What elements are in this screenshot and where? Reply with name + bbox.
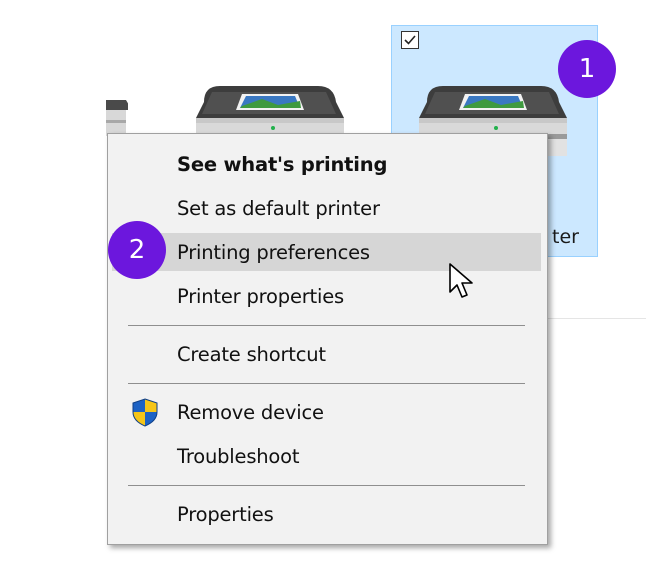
menu-item-label: Remove device — [177, 400, 324, 424]
menu-item-properties[interactable]: Properties — [108, 495, 547, 533]
menu-separator — [128, 485, 525, 486]
menu-separator — [128, 325, 525, 326]
menu-item-remove-device[interactable]: Remove device — [108, 393, 547, 431]
menu-item-printing-preferences[interactable]: Printing preferences — [112, 233, 541, 271]
context-menu: See what's printing Set as default print… — [107, 133, 548, 545]
mouse-cursor-icon — [448, 262, 474, 304]
tile-checkbox[interactable] — [401, 31, 419, 49]
menu-item-set-default-printer[interactable]: Set as default printer — [108, 189, 547, 227]
menu-item-troubleshoot[interactable]: Troubleshoot — [108, 437, 547, 475]
menu-item-printer-properties[interactable]: Printer properties — [108, 277, 547, 315]
step-2-badge: 2 — [108, 221, 166, 279]
menu-separator — [128, 383, 525, 384]
menu-item-create-shortcut[interactable]: Create shortcut — [108, 335, 547, 373]
uac-shield-icon — [130, 397, 160, 427]
checkmark-icon — [404, 35, 416, 45]
menu-item-see-whats-printing[interactable]: See what's printing — [108, 145, 547, 183]
background-divider — [548, 318, 646, 319]
printer-partial-icon[interactable] — [106, 96, 128, 136]
step-1-badge: 1 — [558, 40, 616, 98]
printer-name-label: ter — [552, 226, 579, 248]
